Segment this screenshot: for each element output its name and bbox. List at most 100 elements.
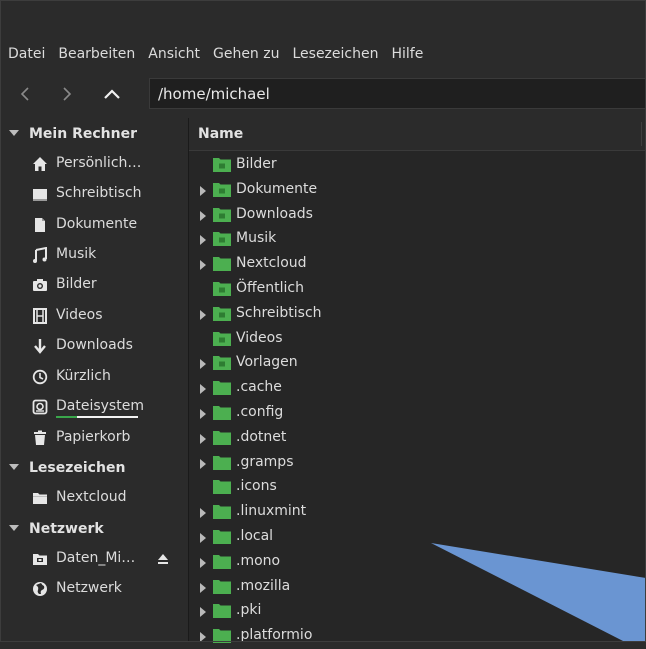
folder-icon <box>213 479 231 495</box>
folder-icon <box>213 157 231 172</box>
expand-arrow-icon[interactable] <box>200 582 206 593</box>
expand-arrow-icon[interactable] <box>200 210 206 221</box>
clock-icon <box>32 369 48 385</box>
sidebar-heading-label: Lesezeichen <box>29 460 126 476</box>
file-row[interactable]: .platformio <box>189 624 646 649</box>
file-row[interactable]: Öffentlich <box>189 277 646 302</box>
expand-arrow-icon[interactable] <box>200 508 206 519</box>
sidebar-item-trash[interactable]: Papierkorb <box>0 424 188 452</box>
file-row[interactable]: .mozilla <box>189 575 646 600</box>
expand-arrow-icon[interactable] <box>200 235 206 246</box>
file-row[interactable]: Downloads <box>189 203 646 228</box>
sidebar-item-videos[interactable]: Videos <box>0 302 188 330</box>
menu-ansicht[interactable]: Ansicht <box>148 46 200 62</box>
file-row[interactable]: Schreibtisch <box>189 302 646 327</box>
file-name: Vorlagen <box>236 354 298 371</box>
folder-icon <box>213 256 231 272</box>
file-name: .gramps <box>236 453 294 470</box>
expand-arrow-icon[interactable] <box>200 309 206 320</box>
folder-icon <box>33 493 47 504</box>
menu-bar: Datei Bearbeiten Ansicht Gehen zu Leseze… <box>0 36 646 72</box>
file-row[interactable]: Nextcloud <box>189 252 646 277</box>
sidebar-item-label: Daten_Mi… <box>56 550 136 566</box>
menu-gehen-zu[interactable]: Gehen zu <box>213 46 280 62</box>
sidebar-heading-label: Netzwerk <box>29 521 104 537</box>
eject-icon[interactable] <box>157 552 169 566</box>
file-row[interactable]: .linuxmint <box>189 500 646 525</box>
file-row[interactable]: .pki <box>189 599 646 624</box>
trash-icon <box>34 430 46 445</box>
file-name: .cache <box>236 379 282 396</box>
expand-arrow-icon[interactable] <box>200 384 206 395</box>
expand-arrow-icon[interactable] <box>200 260 206 271</box>
column-separator[interactable] <box>641 122 642 146</box>
back-button[interactable] <box>11 80 39 108</box>
sidebar-heading-network[interactable]: Netzwerk <box>0 515 188 543</box>
menu-bearbeiten[interactable]: Bearbeiten <box>58 46 135 62</box>
file-row[interactable]: Bilder <box>189 153 646 178</box>
sidebar-item-music[interactable]: Musik <box>0 241 188 269</box>
chevron-up-icon <box>104 89 120 99</box>
sidebar-item-documents[interactable]: Dokumente <box>0 211 188 239</box>
menu-lesezeichen[interactable]: Lesezeichen <box>292 46 378 62</box>
forward-button[interactable] <box>53 80 81 108</box>
globe-icon <box>33 582 47 596</box>
sidebar-item-nextcloud[interactable]: Nextcloud <box>0 484 188 512</box>
sidebar-item-downloads[interactable]: Downloads <box>0 332 188 360</box>
folder-icon <box>213 529 231 544</box>
file-name: Downloads <box>236 205 313 222</box>
file-row[interactable]: Musik <box>189 227 646 252</box>
up-button[interactable] <box>98 80 126 108</box>
expand-arrow-icon[interactable] <box>200 359 206 370</box>
sidebar-item-label: Papierkorb <box>56 429 131 445</box>
column-header-name[interactable]: Name <box>189 118 646 151</box>
expand-arrow-icon[interactable] <box>200 607 206 618</box>
file-row[interactable]: .cache <box>189 376 646 401</box>
file-row[interactable]: .icons <box>189 475 646 500</box>
file-row[interactable]: .config <box>189 401 646 426</box>
sidebar-heading-bookmarks[interactable]: Lesezeichen <box>0 454 188 482</box>
file-name: Musik <box>236 230 277 247</box>
file-row[interactable]: Videos <box>189 327 646 352</box>
sidebar-item-desktop[interactable]: Schreibtisch <box>0 180 188 208</box>
sidebar-item-network[interactable]: Netzwerk <box>0 575 188 603</box>
file-name: Dokumente <box>236 180 318 197</box>
expand-arrow-icon[interactable] <box>200 632 206 643</box>
file-row[interactable]: Dokumente <box>189 178 646 203</box>
sidebar-item-pictures[interactable]: Bilder <box>0 271 188 299</box>
sidebar-item-home[interactable]: Persönlich… <box>0 150 188 178</box>
sidebar-item-label: Dateisystem <box>56 398 144 414</box>
file-name: Videos <box>236 329 283 346</box>
expand-arrow-icon[interactable] <box>200 409 206 419</box>
collapse-triangle-icon <box>9 130 19 136</box>
sidebar-item-recent[interactable]: Kürzlich <box>0 363 188 391</box>
collapse-triangle-icon <box>9 464 19 470</box>
sidebar-item-label: Bilder <box>56 276 97 292</box>
expand-arrow-icon[interactable] <box>200 433 206 444</box>
menu-hilfe[interactable]: Hilfe <box>391 46 423 62</box>
expand-arrow-icon[interactable] <box>200 533 206 543</box>
chevron-left-icon <box>20 87 29 101</box>
sidebar-heading-label: Mein Rechner <box>29 126 137 142</box>
sidebar-heading-computer[interactable]: Mein Rechner <box>0 120 188 148</box>
sidebar-item-filesystem[interactable]: Dateisystem <box>0 393 188 421</box>
file-row[interactable]: .mono <box>189 550 646 575</box>
desktop-icon <box>33 189 47 201</box>
expand-arrow-icon[interactable] <box>200 458 206 469</box>
menu-datei[interactable]: Datei <box>8 46 45 62</box>
music-icon <box>33 247 47 263</box>
folder-icon <box>213 405 231 420</box>
file-row[interactable]: .dotnet <box>189 426 646 451</box>
expand-arrow-icon[interactable] <box>200 557 206 568</box>
file-name: .dotnet <box>236 428 287 445</box>
file-row[interactable]: .gramps <box>189 451 646 476</box>
sidebar-item-network-share[interactable]: Daten_Mi… <box>0 545 188 573</box>
file-row[interactable]: Vorlagen <box>189 351 646 376</box>
folder-icon <box>213 628 231 644</box>
expand-arrow-icon[interactable] <box>200 185 206 196</box>
folder-icon <box>213 430 231 445</box>
location-bar[interactable]: /home/michael <box>149 78 646 109</box>
sidebar: Mein Rechner Persönlich… Schreibtisch Do… <box>0 118 188 642</box>
file-name: Schreibtisch <box>236 304 322 321</box>
file-row[interactable]: .local <box>189 525 646 550</box>
